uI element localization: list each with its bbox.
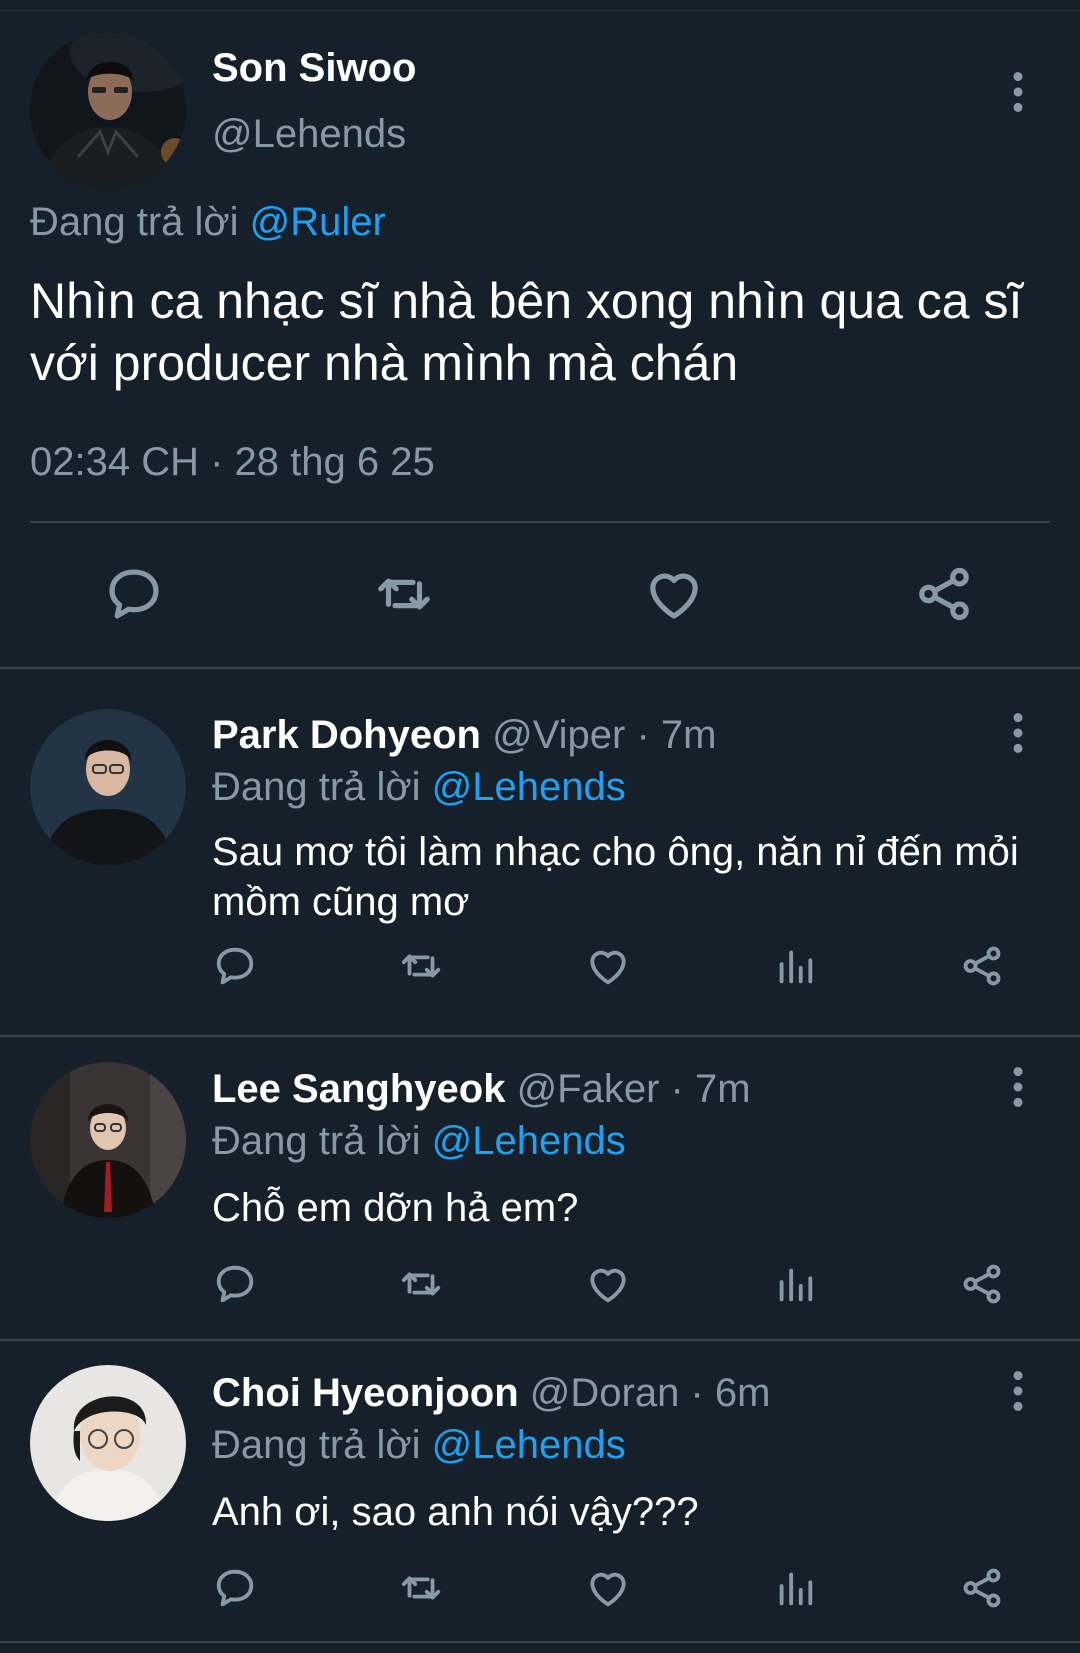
more-vertical-icon bbox=[1012, 1066, 1024, 1108]
tweet-timestamp[interactable]: 02:34 CH · 28 thg 6 25 bbox=[30, 440, 435, 485]
retweet-button[interactable] bbox=[389, 1252, 453, 1316]
tweet-text: Chỗ em dỡn hả em? bbox=[212, 1186, 579, 1230]
like-button[interactable] bbox=[576, 1556, 640, 1620]
author-handle-time[interactable]: @Viper · 7m bbox=[492, 713, 716, 757]
replying-to: Đang trả lời @Ruler bbox=[30, 200, 386, 245]
share-button[interactable] bbox=[950, 1556, 1014, 1620]
more-vertical-icon bbox=[1012, 1370, 1024, 1412]
reply-tweet: Lee Sanghyeok @Faker · 7m Đang trả lời @… bbox=[0, 1037, 1080, 1341]
more-options-button[interactable] bbox=[998, 62, 1038, 122]
replying-to-prefix: Đang trả lời bbox=[212, 1119, 421, 1163]
main-tweet: Son Siwoo @Lehends Đang trả lời @Ruler N… bbox=[0, 10, 1080, 669]
divider bbox=[30, 521, 1050, 523]
author-handle[interactable]: @Lehends bbox=[212, 112, 406, 157]
replying-to: Đang trả lời @Lehends bbox=[212, 1423, 626, 1468]
retweet-icon bbox=[398, 943, 444, 989]
more-vertical-icon bbox=[1012, 71, 1024, 113]
mention-link[interactable]: @Ruler bbox=[250, 200, 386, 244]
reply-button[interactable] bbox=[203, 934, 267, 998]
like-icon bbox=[585, 943, 631, 989]
author-handle-time[interactable]: @Doran · 6m bbox=[530, 1371, 771, 1415]
retweet-button[interactable] bbox=[364, 554, 444, 634]
avatar[interactable] bbox=[30, 709, 186, 865]
avatar[interactable] bbox=[30, 1062, 186, 1218]
mention-link[interactable]: @Lehends bbox=[432, 1119, 626, 1163]
reply-tweet: Park Dohyeon @Viper · 7m Đang trả lời @L… bbox=[0, 669, 1080, 1037]
mention-link[interactable]: @Lehends bbox=[432, 1423, 626, 1467]
author-name[interactable]: Choi Hyeonjoon bbox=[212, 1371, 519, 1415]
analytics-button[interactable] bbox=[763, 1252, 827, 1316]
reply-icon bbox=[212, 1261, 258, 1307]
avatar[interactable] bbox=[30, 32, 186, 188]
author-handle-time[interactable]: @Faker · 7m bbox=[517, 1067, 751, 1111]
analytics-button[interactable] bbox=[763, 1556, 827, 1620]
replying-to-prefix: Đang trả lời bbox=[212, 765, 421, 809]
more-options-button[interactable] bbox=[998, 703, 1038, 763]
like-button[interactable] bbox=[576, 934, 640, 998]
author-name[interactable]: Son Siwoo bbox=[212, 46, 416, 91]
retweet-button[interactable] bbox=[389, 934, 453, 998]
analytics-icon bbox=[772, 1261, 818, 1307]
reply-header: Park Dohyeon @Viper · 7m bbox=[212, 713, 716, 758]
reply-icon bbox=[212, 1565, 258, 1611]
replying-to: Đang trả lời @Lehends bbox=[212, 1119, 626, 1164]
retweet-icon bbox=[398, 1565, 444, 1611]
author-name[interactable]: Park Dohyeon bbox=[212, 713, 481, 757]
share-icon bbox=[913, 563, 975, 625]
retweet-button[interactable] bbox=[389, 1556, 453, 1620]
replying-to-prefix: Đang trả lời bbox=[212, 1423, 421, 1467]
share-icon bbox=[959, 943, 1005, 989]
retweet-icon bbox=[398, 1261, 444, 1307]
replying-to-prefix: Đang trả lời bbox=[30, 200, 239, 244]
reply-header: Choi Hyeonjoon @Doran · 6m bbox=[212, 1371, 770, 1416]
reply-tweet: Choi Hyeonjoon @Doran · 6m Đang trả lời … bbox=[0, 1341, 1080, 1643]
like-button[interactable] bbox=[634, 554, 714, 634]
tweet-text: Sau mơ tôi làm nhạc cho ông, năn nỉ đến … bbox=[212, 830, 1019, 924]
author-name[interactable]: Lee Sanghyeok bbox=[212, 1067, 505, 1111]
more-vertical-icon bbox=[1012, 712, 1024, 754]
more-options-button[interactable] bbox=[998, 1361, 1038, 1421]
share-button[interactable] bbox=[950, 934, 1014, 998]
tweet-text: Nhìn ca nhạc sĩ nhà bên xong nhìn qua ca… bbox=[30, 273, 1023, 391]
share-button[interactable] bbox=[904, 554, 984, 634]
retweet-icon bbox=[373, 563, 435, 625]
tweet-text: Anh ơi, sao anh nói vậy??? bbox=[212, 1490, 699, 1534]
mention-link[interactable]: @Lehends bbox=[432, 765, 626, 809]
reply-button[interactable] bbox=[203, 1556, 267, 1620]
share-button[interactable] bbox=[950, 1252, 1014, 1316]
analytics-icon bbox=[772, 1565, 818, 1611]
share-icon bbox=[959, 1261, 1005, 1307]
like-button[interactable] bbox=[576, 1252, 640, 1316]
replying-to: Đang trả lời @Lehends bbox=[212, 765, 626, 810]
like-icon bbox=[585, 1565, 631, 1611]
analytics-button[interactable] bbox=[763, 934, 827, 998]
reply-header: Lee Sanghyeok @Faker · 7m bbox=[212, 1067, 751, 1112]
avatar[interactable] bbox=[30, 1365, 186, 1521]
analytics-icon bbox=[772, 943, 818, 989]
reply-icon bbox=[212, 943, 258, 989]
like-icon bbox=[585, 1261, 631, 1307]
more-options-button[interactable] bbox=[998, 1057, 1038, 1117]
share-icon bbox=[959, 1565, 1005, 1611]
like-icon bbox=[643, 563, 705, 625]
reply-button[interactable] bbox=[94, 554, 174, 634]
reply-icon bbox=[103, 563, 165, 625]
reply-button[interactable] bbox=[203, 1252, 267, 1316]
